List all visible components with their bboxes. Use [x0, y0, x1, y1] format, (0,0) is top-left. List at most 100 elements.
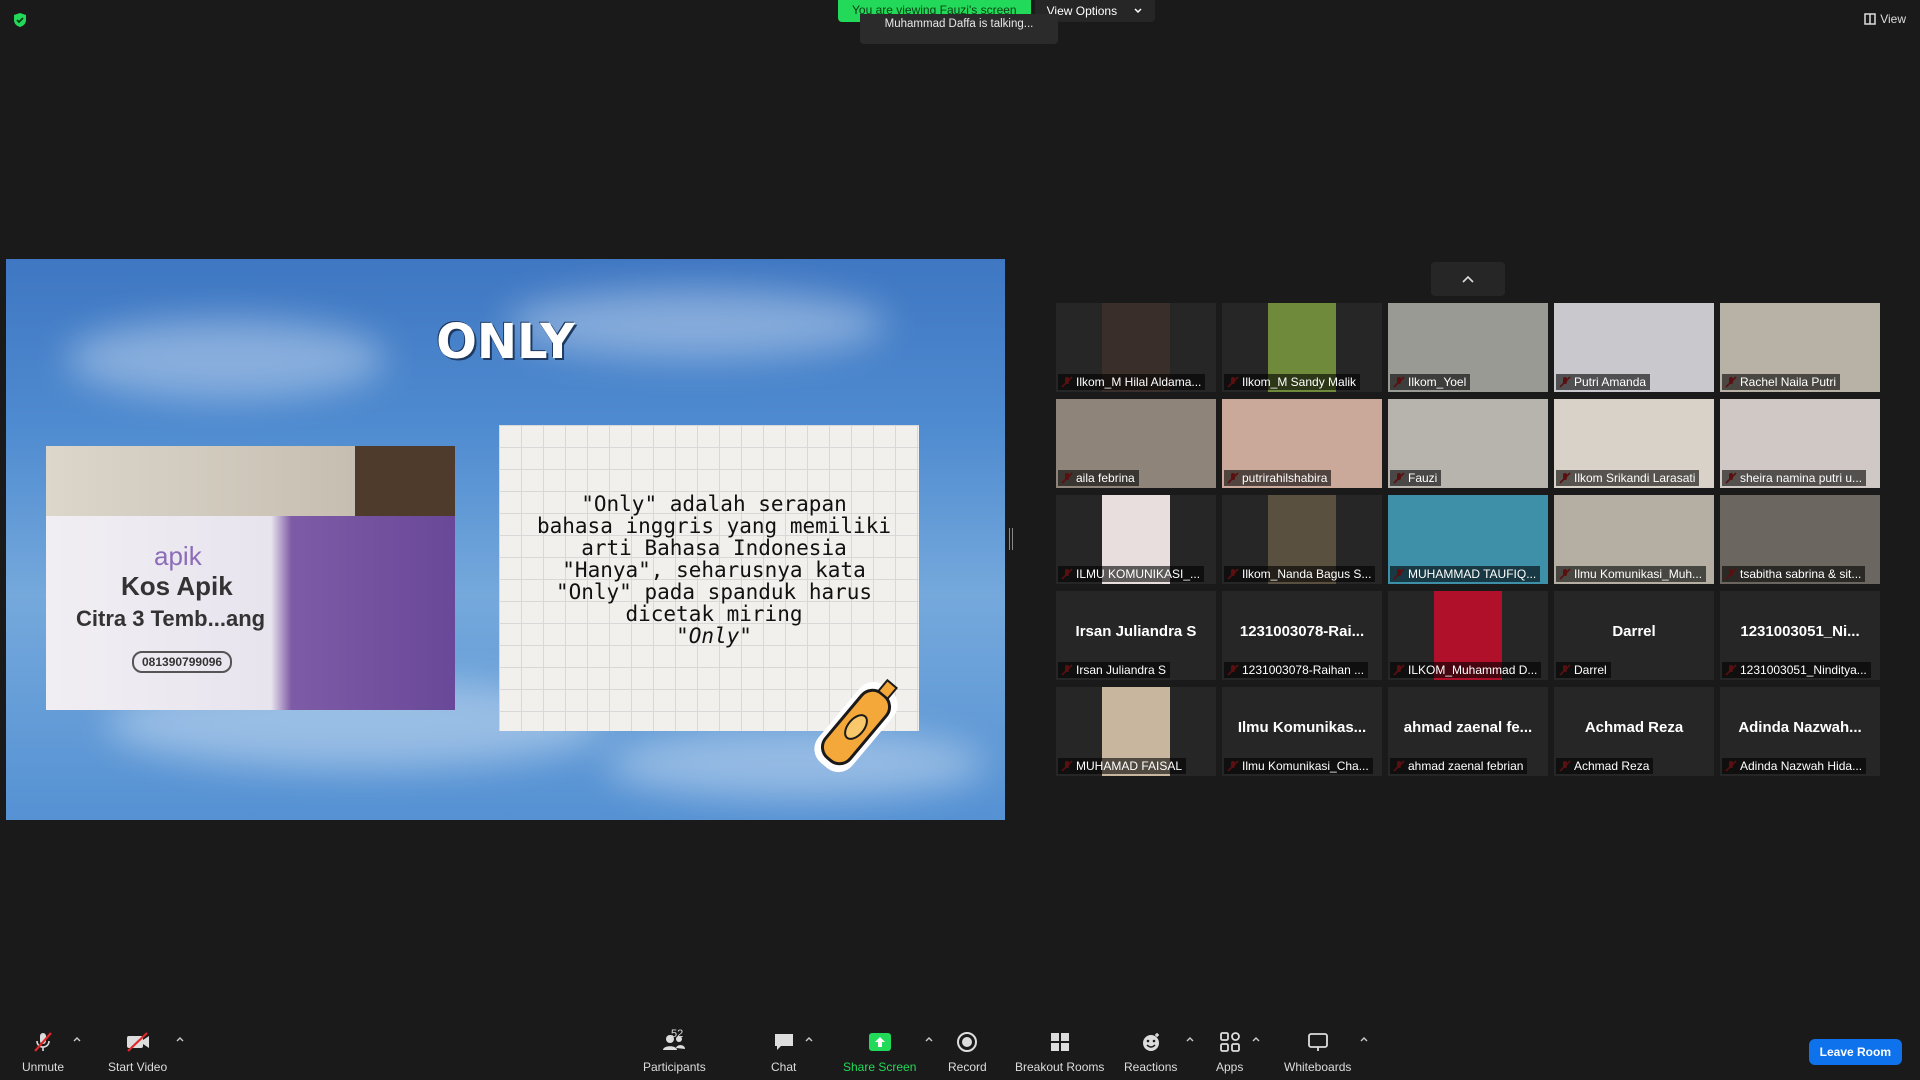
- participant-tile[interactable]: Rachel Naila Putri: [1720, 303, 1880, 392]
- start-video-button[interactable]: Start Video: [108, 1030, 184, 1074]
- participant-count: 52: [671, 1028, 684, 1040]
- unmute-button[interactable]: Unmute: [22, 1030, 81, 1074]
- participant-display-name: 1231003078-Rai...: [1239, 623, 1365, 640]
- participant-tile[interactable]: Darrel Darrel: [1554, 591, 1714, 680]
- caret-up-icon[interactable]: [175, 1034, 185, 1044]
- shield-icon[interactable]: [12, 12, 28, 28]
- participant-tile[interactable]: Achmad Reza Achmad Reza: [1554, 687, 1714, 776]
- caret-up-icon[interactable]: [924, 1034, 934, 1044]
- caret-up-icon[interactable]: [1185, 1034, 1195, 1044]
- participants-button[interactable]: 52 Participants: [643, 1028, 706, 1074]
- share-screen-button[interactable]: Share Screen: [843, 1030, 933, 1074]
- record-icon: [957, 1032, 978, 1052]
- participant-name-label: Adinda Nazwah Hida...: [1722, 758, 1867, 774]
- highlighter-sticker: [814, 678, 899, 773]
- participant-tile[interactable]: ILMU KOMUNIKASI_...: [1056, 495, 1216, 584]
- whiteboards-button[interactable]: Whiteboards: [1284, 1030, 1368, 1074]
- participant-name-label: ahmad zaenal febrian: [1390, 758, 1528, 774]
- participant-name-label: MUHAMMAD TAUFIQ...: [1390, 566, 1541, 582]
- record-label: Record: [948, 1060, 987, 1074]
- share-screen-label: Share Screen: [843, 1060, 917, 1074]
- muted-mic-icon: [34, 1032, 52, 1052]
- participant-display-name: Darrel: [1612, 623, 1656, 640]
- participant-name-label: Ilkom_M Sandy Malik: [1224, 374, 1361, 390]
- italic-only: "Only": [676, 624, 752, 648]
- share-screen-icon: [868, 1033, 891, 1051]
- participant-tile[interactable]: 1231003078-Rai... 1231003078-Raihan ...: [1222, 591, 1382, 680]
- participant-name-label: 1231003078-Raihan ...: [1224, 662, 1369, 678]
- participant-tile[interactable]: Ilmu Komunikasi_Muh...: [1554, 495, 1714, 584]
- participant-tile[interactable]: MUHAMAD FAISAL: [1056, 687, 1216, 776]
- meeting-toolbar: Unmute Start Video 52 Participants Chat …: [0, 1010, 1920, 1080]
- participant-display-name: Ilmu Komunikas...: [1237, 719, 1367, 736]
- start-video-label: Start Video: [108, 1060, 168, 1074]
- photo-location: Citra 3 Temb...ang: [76, 606, 266, 631]
- shared-screen[interactable]: ONLY apik Kos Apik Citra 3 Temb...ang 08…: [6, 259, 1005, 820]
- participant-tile[interactable]: sheira namina putri u...: [1720, 399, 1880, 488]
- participant-name-label: Putri Amanda: [1556, 374, 1651, 390]
- participant-tile[interactable]: 1231003051_Ni... 1231003051_Ninditya...: [1720, 591, 1880, 680]
- record-button[interactable]: Record: [948, 1030, 987, 1074]
- participant-tile[interactable]: Ilkom_M Hilal Aldama...: [1056, 303, 1216, 392]
- participant-name-label: Ilmu Komunikasi_Muh...: [1556, 566, 1707, 582]
- photo-brand: apik: [154, 541, 202, 571]
- caret-up-icon[interactable]: [72, 1034, 82, 1044]
- caret-up-icon[interactable]: [804, 1034, 814, 1044]
- whiteboards-label: Whiteboards: [1284, 1060, 1352, 1074]
- participant-tile[interactable]: tsabitha sabrina & sit...: [1720, 495, 1880, 584]
- unmute-label: Unmute: [22, 1060, 65, 1074]
- participant-name-label: Ilkom Srikandi Larasati: [1556, 470, 1700, 486]
- whiteboard-icon: [1307, 1033, 1328, 1051]
- participant-tile[interactable]: MUHAMMAD TAUFIQ...: [1388, 495, 1548, 584]
- participant-tile[interactable]: putrirahilshabira: [1222, 399, 1382, 488]
- participant-name-label: Ilkom_Nanda Bagus S...: [1224, 566, 1376, 582]
- participant-display-name: ahmad zaenal fe...: [1403, 719, 1533, 736]
- participant-name-label: putrirahilshabira: [1224, 470, 1332, 486]
- active-speaker-text: Muhammad Daffa is talking...: [884, 18, 1034, 30]
- explanation-line: "Only" adalah serapan: [581, 492, 847, 516]
- participant-tile[interactable]: ILKOM_Muhammad D...: [1388, 591, 1548, 680]
- participant-name-label: tsabitha sabrina & sit...: [1722, 566, 1866, 582]
- participant-tile[interactable]: Ilkom Srikandi Larasati: [1554, 399, 1714, 488]
- participants-label: Participants: [643, 1060, 706, 1074]
- participant-display-name: 1231003051_Ni...: [1740, 623, 1860, 640]
- slide-title: ONLY: [436, 314, 575, 370]
- participant-name-label: Rachel Naila Putri: [1722, 374, 1841, 390]
- chat-button[interactable]: Chat: [771, 1030, 813, 1074]
- participant-name-label: ILKOM_Muhammad D...: [1390, 662, 1542, 678]
- breakout-rooms-icon: [1050, 1033, 1069, 1051]
- reactions-button[interactable]: Reactions: [1124, 1030, 1194, 1074]
- participant-tile[interactable]: Fauzi: [1388, 399, 1548, 488]
- participant-tile[interactable]: Ilkom_M Sandy Malik: [1222, 303, 1382, 392]
- participant-name-label: MUHAMAD FAISAL: [1058, 758, 1187, 774]
- participant-name-label: aila febrina: [1058, 470, 1139, 486]
- leave-room-button[interactable]: Leave Room: [1808, 1039, 1902, 1065]
- explanation-line: arti Bahasa Indonesia: [581, 536, 847, 560]
- participant-name-label: 1231003051_Ninditya...: [1722, 662, 1871, 678]
- participant-tile[interactable]: Ilkom_Nanda Bagus S...: [1222, 495, 1382, 584]
- participant-tile[interactable]: Ilmu Komunikas... Ilmu Komunikasi_Cha...: [1222, 687, 1382, 776]
- participant-tile[interactable]: aila febrina: [1056, 399, 1216, 488]
- participant-gallery: Ilkom_M Hilal Aldama... Ilkom_M Sandy Mal…: [1056, 303, 1880, 776]
- view-button[interactable]: View: [1864, 12, 1906, 26]
- apps-button[interactable]: Apps: [1216, 1030, 1260, 1074]
- chat-icon: [774, 1034, 793, 1050]
- scroll-up-button[interactable]: [1431, 262, 1505, 296]
- caret-up-icon[interactable]: [1251, 1034, 1261, 1044]
- resize-handle[interactable]: [1009, 528, 1013, 550]
- participant-tile[interactable]: ahmad zaenal fe... ahmad zaenal febrian: [1388, 687, 1548, 776]
- participant-tile[interactable]: Adinda Nazwah... Adinda Nazwah Hida...: [1720, 687, 1880, 776]
- grid-view-icon: [1864, 13, 1876, 25]
- explanation-line: "Only" pada spanduk harus: [555, 580, 873, 604]
- participant-tile[interactable]: Irsan Juliandra S Irsan Juliandra S: [1056, 591, 1216, 680]
- participant-tile[interactable]: Putri Amanda: [1554, 303, 1714, 392]
- apps-icon: [1219, 1032, 1240, 1052]
- explanation-text: "Only" adalah serapan bahasa inggris yan…: [529, 493, 899, 647]
- video-off-icon: [126, 1032, 149, 1052]
- explanation-line: dicetak miring: [625, 602, 803, 626]
- breakout-rooms-button[interactable]: Breakout Rooms: [1015, 1030, 1104, 1074]
- apps-label: Apps: [1216, 1060, 1244, 1074]
- caret-up-icon[interactable]: [1359, 1034, 1369, 1044]
- participant-tile[interactable]: Ilkom_Yoel: [1388, 303, 1548, 392]
- participant-name-label: Fauzi: [1390, 470, 1442, 486]
